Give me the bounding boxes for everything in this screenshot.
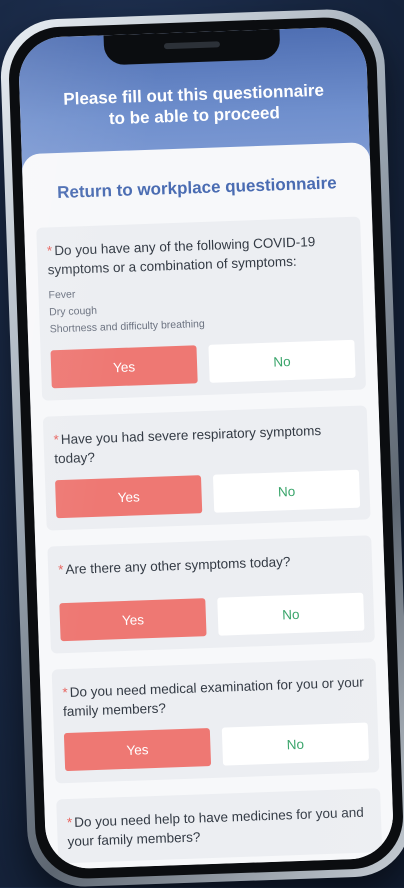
required-marker: * <box>53 432 60 448</box>
symptom-list: Fever Dry cough Shortness and difficulty… <box>48 277 354 339</box>
question-text: *Have you had severe respiratory symptom… <box>53 420 358 469</box>
yes-button[interactable]: Yes <box>59 598 207 642</box>
phone-screen: Please fill out this questionnaire to be… <box>17 26 395 870</box>
question-respiratory: *Have you had severe respiratory symptom… <box>42 405 371 531</box>
question-other-symptoms: *Are there any other symptoms today? Yes… <box>47 535 375 654</box>
question-label: Do you need medical examination for you … <box>62 674 364 720</box>
phone-notch <box>103 29 281 66</box>
answer-buttons: Yes No <box>50 339 356 389</box>
no-button[interactable]: No <box>221 722 370 766</box>
question-label: Do you have any of the following COVID-1… <box>47 234 316 278</box>
question-text: *Do you have any of the following COVID-… <box>47 231 352 280</box>
yes-button[interactable]: Yes <box>50 345 198 389</box>
question-list: *Do you have any of the following COVID-… <box>24 216 394 864</box>
question-text: *Do you need medical examination for you… <box>62 673 367 722</box>
question-label: Have you had severe respiratory symptoms… <box>54 422 322 467</box>
phone-frame: Please fill out this questionnaire to be… <box>0 7 404 888</box>
required-marker: * <box>46 243 53 259</box>
yes-button[interactable]: Yes <box>63 728 212 772</box>
question-covid-symptoms: *Do you have any of the following COVID-… <box>36 216 367 401</box>
question-text: *Do you need help to have medicines for … <box>67 802 372 851</box>
answer-buttons: Yes No <box>55 469 361 519</box>
question-text: *Are there any other symptoms today? <box>58 550 362 580</box>
answer-buttons: Yes No <box>59 592 365 642</box>
no-button[interactable]: No <box>208 339 356 383</box>
questionnaire-card: Return to workplace questionnaire *Do yo… <box>21 142 395 870</box>
no-button[interactable]: No <box>217 592 365 636</box>
required-marker: * <box>62 684 68 701</box>
question-medicines-help: *Do you need help to have medicines for … <box>56 788 383 864</box>
question-label: Do you need help to have medicines for y… <box>67 804 365 850</box>
phone-bezel: Please fill out this questionnaire to be… <box>7 15 404 881</box>
speaker-grille <box>163 41 221 50</box>
question-label: Are there any other symptoms today? <box>65 554 291 577</box>
question-medical-examination: *Do you need medical examination for you… <box>51 658 380 784</box>
answer-buttons: Yes No <box>63 722 370 772</box>
header-instruction: Please fill out this questionnaire to be… <box>63 80 325 129</box>
yes-button[interactable]: Yes <box>55 475 203 519</box>
required-marker: * <box>57 562 64 578</box>
no-button[interactable]: No <box>212 469 361 513</box>
required-marker: * <box>66 814 73 831</box>
form-title: Return to workplace questionnaire <box>56 173 337 203</box>
